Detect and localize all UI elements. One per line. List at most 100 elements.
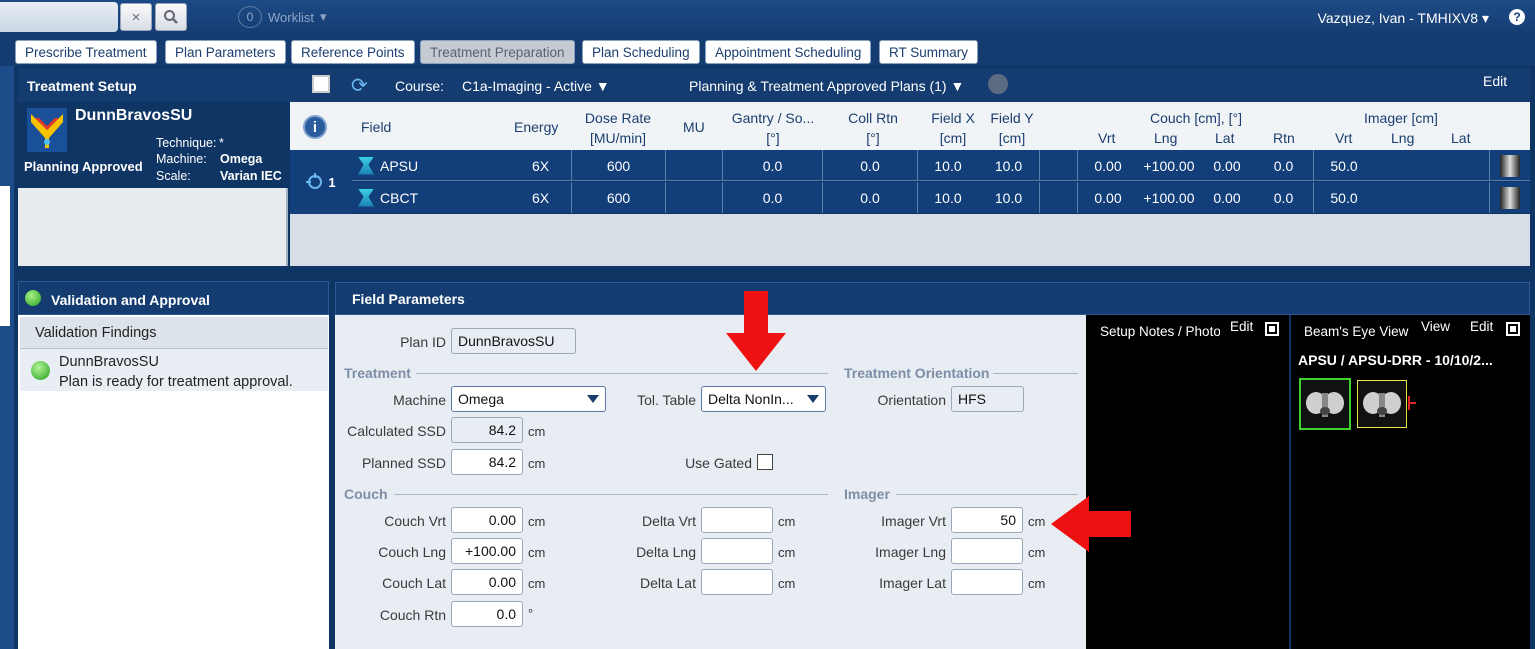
tab-prescribe-treatment[interactable]: Prescribe Treatment [15,40,157,64]
info-icon[interactable]: i [303,115,327,139]
couch-lat-field[interactable]: 0.00 [451,569,523,595]
col-fx-line2: [cm] [939,130,967,146]
beam-icon [358,188,374,207]
orientation-field: HFS [951,386,1024,412]
save-icon[interactable] [312,75,330,93]
bev-edit-button[interactable]: Edit [1470,319,1493,334]
tol-table-dropdown[interactable]: Delta NonIn... [701,386,826,412]
plan-name: DunnBravosSU [75,107,193,124]
cell-imager-vrt: 50.0 [1330,157,1358,174]
cell-field-y: 10.0 [978,150,1040,181]
maximize-icon[interactable] [1265,322,1279,336]
cell-image-thumb[interactable] [1490,150,1530,181]
chevron-down-icon [807,395,819,403]
scale-value: Varian IEC [220,169,282,183]
use-gated-checkbox[interactable] [757,454,773,470]
col-couch-lat[interactable]: Lat [1215,128,1234,148]
setup-edit-button[interactable]: Edit [1483,73,1507,89]
worklist-menu[interactable]: 0 Worklist ▾ [238,6,327,28]
filter-icon[interactable] [988,74,1008,94]
table-row[interactable]: CBCT 6X 600 0.0 0.0 10.0 10.0 0.00 +100.… [290,182,1530,213]
bev-view-button[interactable]: View [1421,319,1450,334]
col-field-y[interactable]: Field Y [cm] [984,108,1040,148]
clear-button[interactable]: × [120,3,152,31]
couch-rtn-field[interactable]: 0.0 [451,601,523,627]
col-imager-vrt[interactable]: Vrt [1335,128,1352,148]
col-field[interactable]: Field [361,117,391,137]
imager-lat-field[interactable] [951,569,1023,595]
field-group-marker[interactable]: 1 [290,150,352,214]
treatment-setup-title: Treatment Setup [27,78,137,94]
top-bar [0,0,1535,36]
tab-rt-summary[interactable]: RT Summary [879,40,979,64]
status-ok-icon [31,361,50,380]
divider [896,494,1078,495]
cell-couch-vrt: 0.00 [1094,157,1122,174]
cell-dose-rate: 600 [572,150,666,181]
field-parameters-title: Field Parameters [352,291,465,307]
machine-dropdown[interactable]: Omega [451,386,606,412]
notes-edit-button[interactable]: Edit [1230,319,1253,334]
calc-ssd-label: Calculated SSD [347,423,446,439]
col-imager-group: Imager [cm] [1364,110,1438,126]
drr-thumbnail[interactable] [1357,380,1407,428]
col-gantry[interactable]: Gantry / So... [°] [726,108,820,148]
patient-search-field[interactable] [0,2,118,32]
couch-vrt-field[interactable]: 0.00 [451,507,523,533]
col-imager-lat[interactable]: Lat [1451,128,1470,148]
col-energy[interactable]: Energy [514,117,558,137]
unit-label: cm [528,514,546,529]
tab-plan-parameters[interactable]: Plan Parameters [165,40,286,64]
divider [993,373,1078,374]
plan-list-empty [18,188,288,266]
imager-vrt-field[interactable]: 50 [951,507,1023,533]
delta-lng-field[interactable] [701,538,773,564]
col-couch-rtn[interactable]: Rtn [1273,128,1295,148]
delta-vrt-field[interactable] [701,507,773,533]
col-dose-rate[interactable]: Dose Rate [MU/min] [572,108,664,148]
table-row[interactable]: APSU 6X 600 0.0 0.0 10.0 10.0 0.00 +100.… [290,150,1530,181]
help-icon[interactable]: ? [1509,9,1525,25]
couch-lng-field[interactable]: +100.00 [451,538,523,564]
cell-couch-lng: +100.00 [1143,157,1195,174]
cell-mu [666,150,723,181]
user-menu[interactable]: Vazquez, Ivan - TMHIXV8 ▾ [1318,10,1489,27]
plans-filter-dropdown[interactable]: Planning & Treatment Approved Plans (1) … [689,78,964,94]
tab-appointment-scheduling[interactable]: Appointment Scheduling [705,40,872,64]
unit-label: cm [1028,545,1046,560]
col-mu[interactable]: MU [683,117,705,137]
col-imager-lng[interactable]: Lng [1391,128,1414,148]
close-icon: × [131,8,141,26]
divider [394,494,828,495]
scale-label: Scale: [156,169,191,183]
tab-plan-scheduling[interactable]: Plan Scheduling [582,40,700,64]
planned-ssd-field[interactable]: 84.2 [451,449,523,475]
cell-field-x: 10.0 [934,157,962,174]
col-coll-rtn[interactable]: Coll Rtn [°] [838,108,908,148]
couch-vrt-label: Couch Vrt [384,513,446,529]
tab-treatment-preparation[interactable]: Treatment Preparation [420,40,575,64]
delta-lng-label: Delta Lng [636,544,696,560]
col-coll-line1: Coll Rtn [848,110,898,126]
col-gantry-line1: Gantry / So... [731,110,815,126]
cell-imager-lat [1434,182,1490,213]
bev-image-label: APSU / APSU-DRR - 10/10/2... [1298,352,1493,368]
col-couch-lng[interactable]: Lng [1154,128,1177,148]
refresh-icon[interactable]: ⟳ [351,73,368,98]
unit-label: cm [528,545,546,560]
col-couch-vrt[interactable]: Vrt [1098,128,1115,148]
col-field-x[interactable]: Field X [cm] [925,108,981,148]
delta-lat-field[interactable] [701,569,773,595]
validation-findings-title: Validation Findings [35,325,157,341]
tab-reference-points[interactable]: Reference Points [291,40,415,64]
xray-image-icon [1500,154,1520,177]
cell-image-thumb[interactable] [1490,182,1530,213]
maximize-icon[interactable] [1506,322,1520,336]
course-dropdown[interactable]: C1a-Imaging - Active ▼ [462,78,610,94]
imager-lng-field[interactable] [951,538,1023,564]
machine-value: Omega [220,152,263,166]
search-icon [164,10,178,24]
divider [416,373,828,374]
search-button[interactable] [155,3,187,31]
drr-thumbnail[interactable] [1299,378,1351,430]
